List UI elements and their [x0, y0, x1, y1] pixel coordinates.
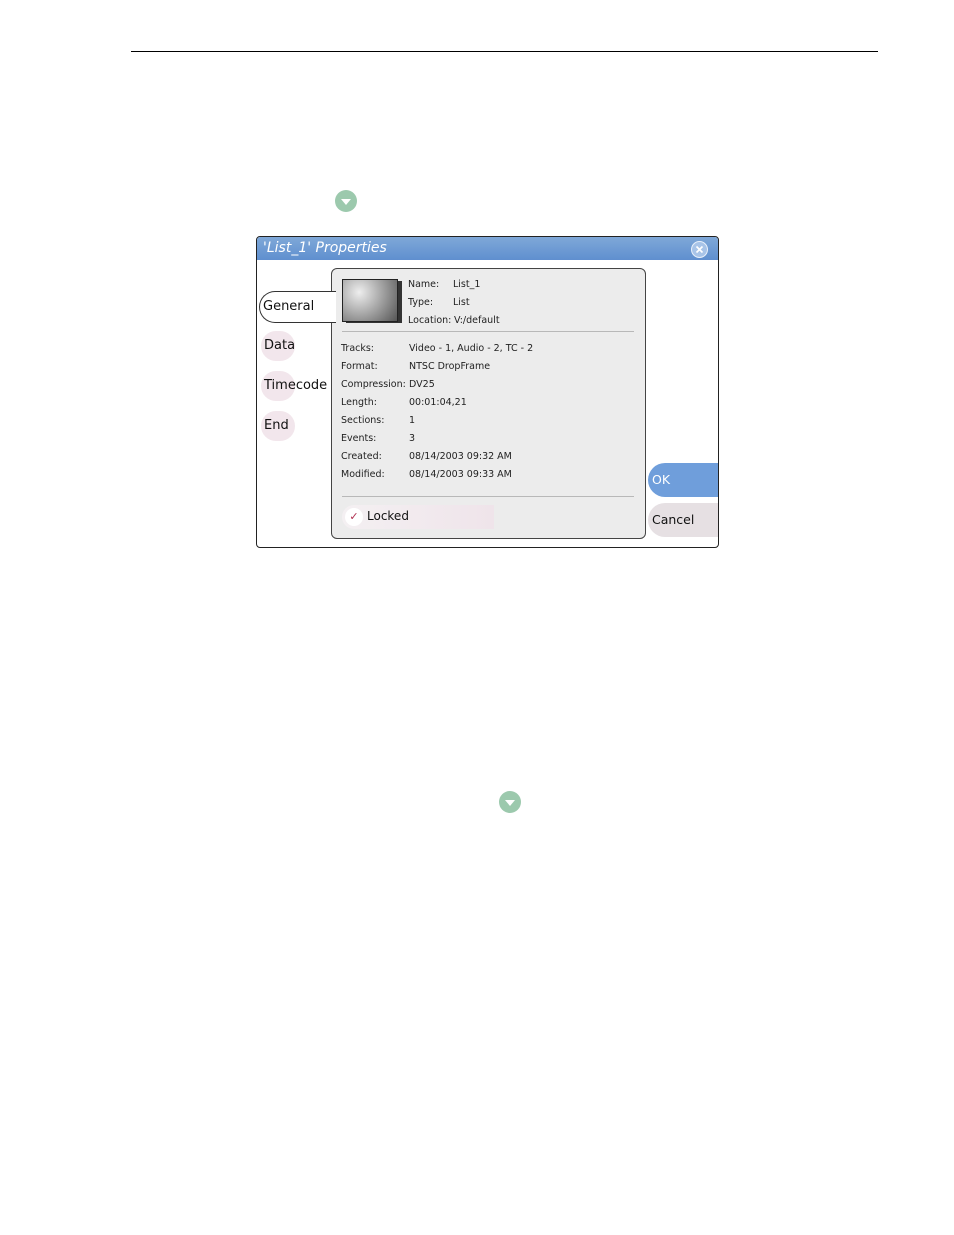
cancel-button[interactable]: Cancel: [648, 503, 718, 537]
length-label: Length:: [341, 397, 377, 408]
created-value: 08/14/2003 09:32 AM: [409, 451, 512, 462]
format-label: Format:: [341, 361, 378, 372]
divider: [342, 496, 634, 497]
modified-label: Modified:: [341, 469, 385, 480]
clip-thumbnail: [342, 279, 402, 323]
tracks-value: Video - 1, Audio - 2, TC - 2: [409, 343, 534, 354]
location-value: V:/default: [454, 315, 500, 326]
location-label: Location:: [408, 315, 452, 326]
close-icon[interactable]: [691, 241, 708, 258]
name-value: List_1: [453, 279, 481, 290]
type-label: Type:: [408, 297, 434, 308]
compression-label: Compression:: [341, 379, 406, 390]
compression-value: DV25: [409, 379, 435, 390]
dropdown-arrow-icon: [335, 190, 357, 212]
length-value: 00:01:04,21: [409, 397, 467, 408]
locked-checkbox[interactable]: ✓ Locked: [342, 505, 494, 529]
events-label: Events:: [341, 433, 377, 444]
dialog-title: 'List_1' Properties: [263, 240, 387, 256]
properties-dialog: 'List_1' Properties General Data Timecod…: [256, 236, 719, 548]
type-value: List: [453, 297, 470, 308]
tab-general[interactable]: General: [259, 291, 336, 323]
divider: [342, 331, 634, 332]
ok-button[interactable]: OK: [648, 463, 718, 497]
modified-value: 08/14/2003 09:33 AM: [409, 469, 512, 480]
tab-data[interactable]: Data: [261, 331, 295, 361]
check-icon: ✓: [345, 508, 363, 526]
tab-timecode[interactable]: Timecode: [261, 371, 327, 401]
tab-end[interactable]: End: [261, 411, 295, 441]
general-panel: Name: List_1 Type: List Location: V:/def…: [331, 268, 646, 539]
tracks-label: Tracks:: [341, 343, 375, 354]
events-value: 3: [409, 433, 416, 444]
format-value: NTSC DropFrame: [409, 361, 491, 372]
dialog-title-bar: 'List_1' Properties: [257, 237, 718, 260]
sections-label: Sections:: [341, 415, 385, 426]
created-label: Created:: [341, 451, 382, 462]
dropdown-arrow-icon: [499, 791, 521, 813]
name-label: Name:: [408, 279, 440, 290]
sections-value: 1: [409, 415, 416, 426]
page-header-rule: [131, 51, 878, 52]
locked-label: Locked: [367, 509, 409, 523]
